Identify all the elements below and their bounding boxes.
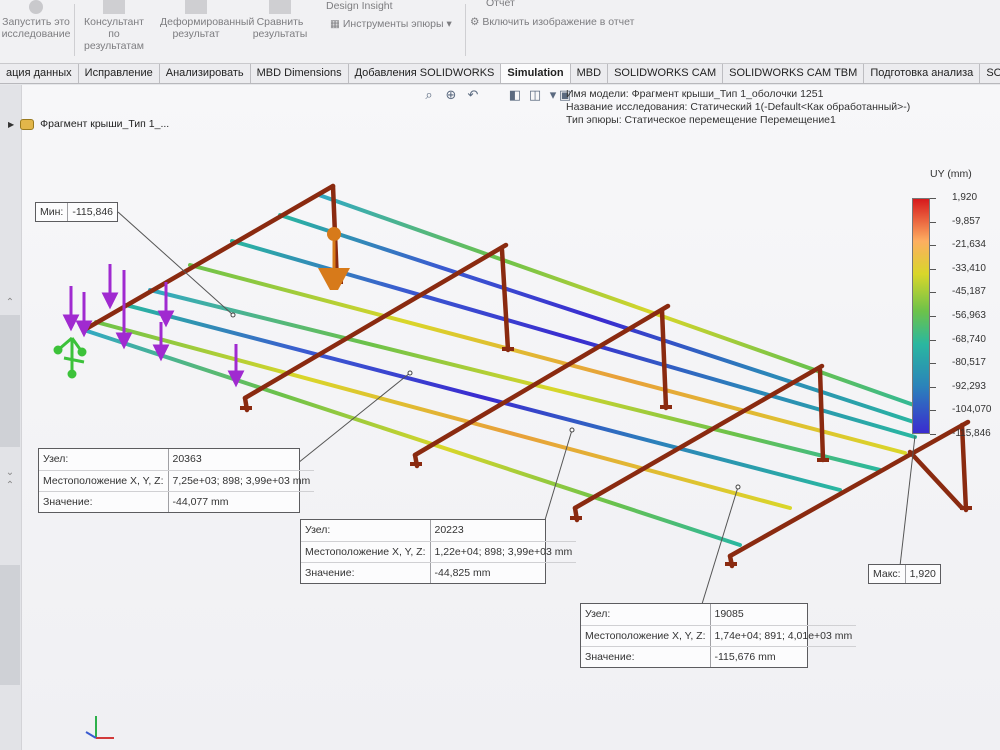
legend-label: -92,293 xyxy=(952,380,986,392)
legend-tick xyxy=(930,198,936,199)
legend-label: -68,740 xyxy=(952,333,986,345)
legend-label: -115,846 xyxy=(952,428,991,439)
legend-color-bar xyxy=(912,198,930,434)
legend-label: -45,187 xyxy=(952,286,986,298)
legend-label: -21,634 xyxy=(952,239,986,251)
legend-label: -80,517 xyxy=(952,357,986,369)
legend-tick xyxy=(930,245,936,247)
legend-tick xyxy=(930,339,936,341)
max-value-box[interactable]: Макс: 1,920 xyxy=(868,564,941,584)
probe-callout[interactable]: Узел: 19085 Местоположение X, Y, Z: 1,74e+… xyxy=(580,603,857,668)
legend-label: -104,070 xyxy=(952,404,992,416)
probe-callout[interactable]: Узел: 20363 Местоположение X, Y, Z: 7,25e+… xyxy=(38,448,315,513)
legend-tick xyxy=(930,268,936,270)
min-value-box[interactable]: Мин: -115,846 xyxy=(35,202,119,222)
legend-tick xyxy=(930,363,936,365)
legend-label: -33,410 xyxy=(952,262,986,274)
fixture-symbol[interactable] xyxy=(53,336,87,379)
legend-tick xyxy=(930,386,936,388)
legend-tick xyxy=(930,221,936,223)
beam xyxy=(188,263,907,455)
column xyxy=(817,367,826,463)
legend-label: -56,963 xyxy=(952,310,986,321)
legend-unit: UY (mm) xyxy=(930,168,972,180)
legend-tick xyxy=(930,434,936,435)
column xyxy=(499,247,511,353)
legend-label: -9,857 xyxy=(952,215,981,227)
legend-label: 1,920 xyxy=(952,192,978,203)
beam xyxy=(148,288,882,472)
probe-callout[interactable]: Узел: 20223 Местоположение X, Y, Z: 1,22e+… xyxy=(300,519,577,584)
brace xyxy=(907,449,965,511)
legend-tick xyxy=(930,316,936,317)
transverse-beam xyxy=(572,363,825,511)
column xyxy=(659,307,669,411)
axis-triad-icon xyxy=(85,716,114,739)
legend-tick xyxy=(930,292,936,294)
legend-tick xyxy=(930,410,936,412)
